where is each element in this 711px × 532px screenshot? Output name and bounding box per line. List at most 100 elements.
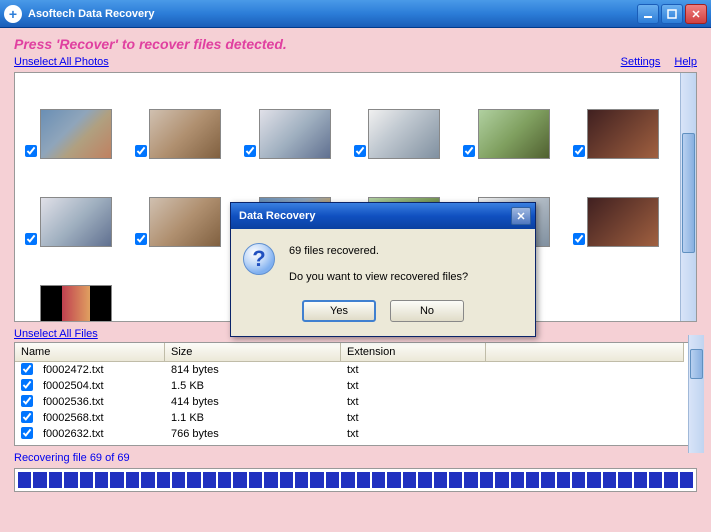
progress-segment xyxy=(341,472,354,488)
photo-checkbox[interactable] xyxy=(25,145,37,157)
files-scrollbar[interactable] xyxy=(688,335,704,453)
photo-thumbnail xyxy=(478,109,550,159)
photo-thumbnail xyxy=(587,197,659,247)
photo-item[interactable] xyxy=(571,169,677,247)
col-header-name[interactable]: Name xyxy=(15,343,165,361)
progress-segment xyxy=(541,472,554,488)
photo-checkbox[interactable] xyxy=(573,233,585,245)
progress-segment xyxy=(572,472,585,488)
cell-ext: txt xyxy=(341,379,365,393)
col-header-size[interactable]: Size xyxy=(165,343,341,361)
progress-segment xyxy=(64,472,77,488)
table-row[interactable]: f0002472.txt814 bytestxt xyxy=(15,362,684,378)
photo-checkbox[interactable] xyxy=(135,145,147,157)
photo-thumbnail xyxy=(587,109,659,159)
progress-segment xyxy=(218,472,231,488)
file-checkbox[interactable] xyxy=(21,427,33,439)
progress-segment xyxy=(33,472,46,488)
photo-item[interactable] xyxy=(23,169,129,247)
progress-segment xyxy=(449,472,462,488)
file-checkbox[interactable] xyxy=(21,395,33,407)
photo-thumbnail xyxy=(368,109,440,159)
progress-segment xyxy=(649,472,662,488)
unselect-files-link[interactable]: Unselect All Files xyxy=(14,328,98,340)
scrollbar-thumb[interactable] xyxy=(690,349,703,379)
photo-item[interactable] xyxy=(133,169,239,247)
question-icon: ? xyxy=(243,243,275,275)
scrollbar-thumb[interactable] xyxy=(682,133,695,253)
dialog-message: 69 files recovered. Do you want to view … xyxy=(289,243,523,286)
titlebar: + Asoftech Data Recovery xyxy=(0,0,711,28)
photo-item[interactable] xyxy=(133,81,239,159)
photo-item[interactable] xyxy=(23,257,129,322)
cell-name: f0002568.txt xyxy=(37,411,165,425)
photo-thumbnail xyxy=(40,197,112,247)
photo-checkbox[interactable] xyxy=(463,145,475,157)
col-header-blank xyxy=(486,343,684,361)
progress-segment xyxy=(634,472,647,488)
photo-item[interactable] xyxy=(23,81,129,159)
app-icon: + xyxy=(4,5,22,23)
progress-segment xyxy=(18,472,31,488)
progress-segment xyxy=(157,472,170,488)
progress-segment xyxy=(418,472,431,488)
col-header-extension[interactable]: Extension xyxy=(341,343,486,361)
photo-checkbox[interactable] xyxy=(354,145,366,157)
cell-size: 766 bytes xyxy=(165,427,341,441)
progress-segment xyxy=(372,472,385,488)
progress-segment xyxy=(233,472,246,488)
progress-segment xyxy=(464,472,477,488)
progress-segment xyxy=(480,472,493,488)
progress-segment xyxy=(387,472,400,488)
maximize-button[interactable] xyxy=(661,4,683,24)
file-checkbox[interactable] xyxy=(21,379,33,391)
cell-name: f0002504.txt xyxy=(37,379,165,393)
photo-checkbox[interactable] xyxy=(135,233,147,245)
dialog-line2: Do you want to view recovered files? xyxy=(289,269,523,287)
photo-item[interactable] xyxy=(242,81,348,159)
photo-item[interactable] xyxy=(461,81,567,159)
dialog-close-button[interactable] xyxy=(511,207,531,225)
files-header: Name Size Extension xyxy=(15,343,684,362)
photo-checkbox[interactable] xyxy=(25,233,37,245)
progress-segment xyxy=(495,472,508,488)
file-checkbox[interactable] xyxy=(21,411,33,423)
help-link[interactable]: Help xyxy=(674,56,697,68)
close-button[interactable] xyxy=(685,4,707,24)
photo-checkbox[interactable] xyxy=(25,321,37,322)
table-row[interactable]: f0002504.txt1.5 KBtxt xyxy=(15,378,684,394)
unselect-photos-link[interactable]: Unselect All Photos xyxy=(14,56,109,68)
photo-thumbnail xyxy=(149,109,221,159)
photo-scrollbar[interactable] xyxy=(680,73,696,321)
progress-segment xyxy=(603,472,616,488)
file-checkbox[interactable] xyxy=(21,363,33,375)
cell-name: f0002472.txt xyxy=(37,363,165,377)
progress-segment xyxy=(557,472,570,488)
photo-item[interactable] xyxy=(571,81,677,159)
minimize-button[interactable] xyxy=(637,4,659,24)
settings-link[interactable]: Settings xyxy=(621,56,661,68)
dialog-title: Data Recovery xyxy=(235,210,511,222)
progress-segment xyxy=(172,472,185,488)
table-row[interactable]: f0002568.txt1.1 KBtxt xyxy=(15,410,684,426)
progress-segment xyxy=(664,472,677,488)
progress-segment xyxy=(110,472,123,488)
progress-segment xyxy=(326,472,339,488)
no-button[interactable]: No xyxy=(390,300,464,322)
cell-ext: txt xyxy=(341,395,365,409)
progress-segment xyxy=(511,472,524,488)
progress-segment xyxy=(310,472,323,488)
app-title: Asoftech Data Recovery xyxy=(28,8,637,20)
photo-checkbox[interactable] xyxy=(244,145,256,157)
photo-checkbox[interactable] xyxy=(573,145,585,157)
yes-button[interactable]: Yes xyxy=(302,300,376,322)
table-row[interactable]: f0002536.txt414 bytestxt xyxy=(15,394,684,410)
photo-item[interactable] xyxy=(352,81,458,159)
progress-segment xyxy=(618,472,631,488)
files-list-area: Name Size Extension f0002472.txt814 byte… xyxy=(14,342,697,446)
progress-segment xyxy=(95,472,108,488)
progress-segment xyxy=(403,472,416,488)
progress-segment xyxy=(126,472,139,488)
progress-segment xyxy=(249,472,262,488)
table-row[interactable]: f0002632.txt766 bytestxt xyxy=(15,426,684,442)
